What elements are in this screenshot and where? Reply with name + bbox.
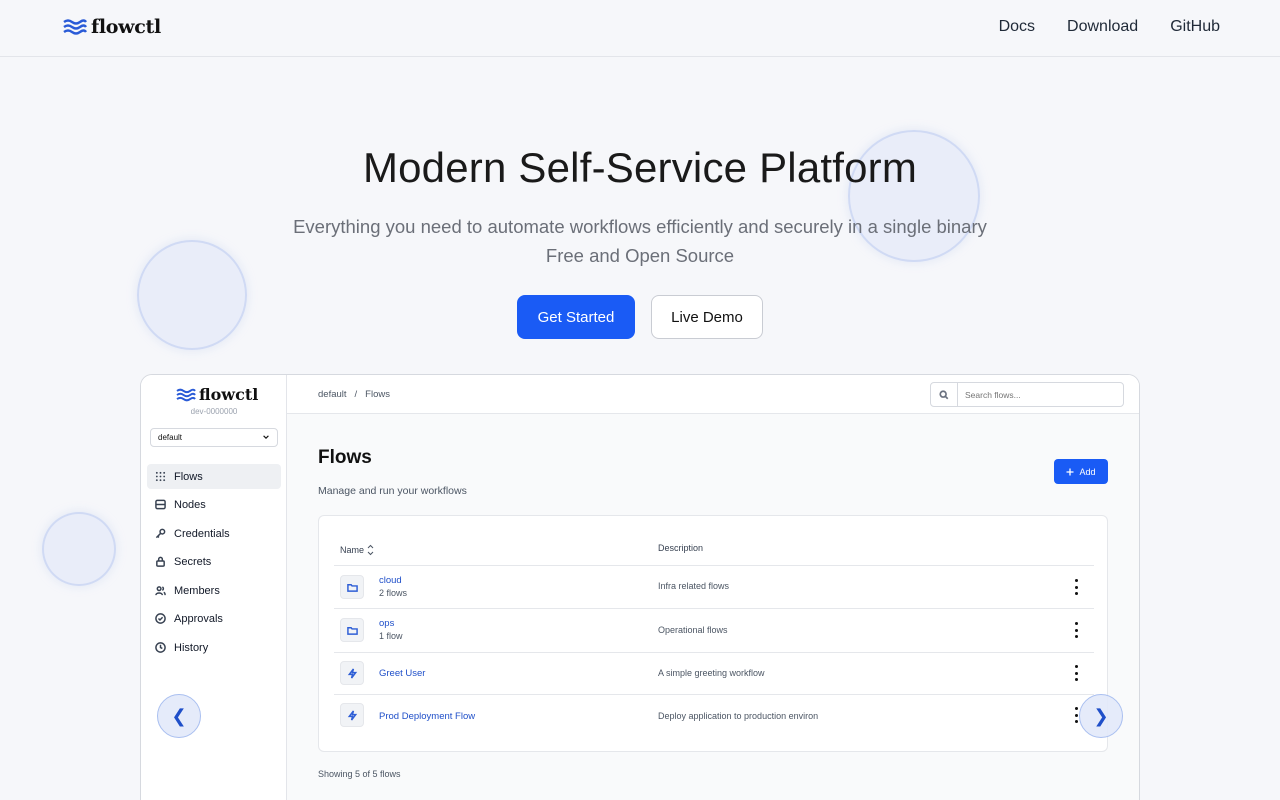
more-options-icon[interactable] [1075, 665, 1079, 681]
add-button[interactable]: Add [1054, 459, 1108, 484]
sort-icon [367, 544, 374, 556]
carousel-next-button[interactable]: ❯ [1079, 694, 1123, 738]
app-main: default / Flows Flows Manage and run you… [287, 375, 1139, 800]
column-header-name[interactable]: Name [340, 543, 374, 557]
app-preview-window: flowctl dev-0000000 default Flows Nodes … [140, 374, 1140, 800]
sidebar-item-nodes[interactable]: Nodes [147, 492, 281, 517]
more-options-icon[interactable] [1075, 579, 1079, 595]
sidebar-item-label: History [174, 641, 209, 654]
hero-subtitle-secondary: Free and Open Source [545, 245, 735, 266]
waves-icon [63, 19, 87, 35]
site-brand-name: flowctl [91, 16, 161, 38]
lightning-icon [340, 703, 364, 727]
chevron-down-icon [263, 435, 269, 439]
row-description: Infra related flows [658, 581, 730, 591]
sidebar-item-secrets[interactable]: Secrets [147, 549, 281, 574]
app-logo[interactable]: flowctl [176, 385, 258, 404]
plus-icon [1066, 468, 1074, 475]
page-title: Flows [318, 447, 372, 468]
folder-icon [340, 575, 364, 599]
check-circle-icon [155, 613, 166, 624]
key-icon [155, 528, 166, 539]
site-nav: Docs Download GitHub [999, 18, 1220, 36]
decorative-circle [42, 512, 116, 586]
app-header: default / Flows [287, 375, 1139, 414]
row-description: A simple greeting workflow [658, 668, 765, 678]
breadcrumb-current: Flows [365, 389, 390, 400]
lightning-icon [340, 661, 364, 685]
breadcrumb-namespace[interactable]: default [318, 389, 347, 400]
nav-link-github[interactable]: GitHub [1170, 18, 1220, 36]
search-icon[interactable] [931, 383, 958, 406]
clock-icon [155, 642, 166, 653]
lock-icon [156, 556, 165, 567]
sidebar-item-label: Nodes [174, 498, 206, 511]
app-brand-name: flowctl [199, 385, 259, 404]
carousel-prev-button[interactable]: ❮ [157, 694, 201, 738]
row-name-link[interactable]: ops [379, 618, 394, 629]
row-count: 1 flow [379, 631, 403, 641]
table-row[interactable]: Greet User A simple greeting workflow [334, 652, 1094, 695]
namespace-select[interactable]: default [150, 428, 278, 447]
table-row[interactable]: ops 1 flow Operational flows [334, 609, 1094, 652]
flows-table: Name Description cloud 2 flows Infra rel… [318, 515, 1108, 752]
more-options-icon[interactable] [1075, 622, 1079, 638]
hero-subtitle: Everything you need to automate workflow… [293, 216, 987, 237]
sidebar-item-label: Members [174, 584, 220, 597]
live-demo-button[interactable]: Live Demo [651, 295, 763, 339]
top-nav: flowctl Docs Download GitHub [0, 0, 1280, 57]
environment-label: dev-0000000 [190, 407, 238, 416]
sidebar-item-history[interactable]: History [147, 635, 281, 660]
users-icon [155, 586, 166, 596]
app-sidebar: flowctl dev-0000000 default Flows Nodes … [141, 375, 287, 800]
site-logo[interactable]: flowctl [63, 16, 161, 38]
column-header-label: Name [340, 545, 365, 555]
row-name-link[interactable]: Greet User [379, 668, 425, 679]
sidebar-item-label: Approvals [174, 612, 223, 625]
page-description: Manage and run your workflows [318, 485, 467, 497]
breadcrumb-separator: / [354, 389, 358, 400]
breadcrumb: default / Flows [318, 389, 390, 400]
server-icon [155, 499, 166, 510]
column-header-description: Description [658, 543, 704, 553]
sidebar-item-label: Credentials [174, 527, 230, 540]
namespace-value: default [158, 433, 183, 442]
sidebar-item-members[interactable]: Members [147, 578, 281, 603]
row-name-link[interactable]: Prod Deployment Flow [379, 711, 475, 722]
add-button-label: Add [1079, 466, 1096, 477]
table-row[interactable]: Prod Deployment Flow Deploy application … [334, 694, 1094, 737]
nav-link-docs[interactable]: Docs [999, 18, 1035, 36]
sidebar-item-credentials[interactable]: Credentials [147, 521, 281, 546]
hero-title: Modern Self-Service Platform [362, 144, 918, 191]
row-count: 2 flows [379, 588, 408, 598]
search-input[interactable] [958, 383, 1118, 406]
pagination-summary: Showing 5 of 5 flows [318, 769, 401, 779]
waves-icon [176, 388, 196, 401]
table-row[interactable]: cloud 2 flows Infra related flows [334, 566, 1094, 609]
sidebar-item-label: Secrets [174, 555, 212, 568]
search-box [930, 382, 1124, 407]
sidebar-item-flows[interactable]: Flows [147, 464, 281, 489]
row-description: Deploy application to production environ [658, 711, 819, 721]
grid-icon [155, 471, 166, 482]
folder-icon [340, 618, 364, 642]
row-description: Operational flows [658, 625, 728, 635]
row-name-link[interactable]: cloud [379, 575, 402, 586]
sidebar-item-approvals[interactable]: Approvals [147, 606, 281, 631]
nav-link-download[interactable]: Download [1067, 18, 1138, 36]
sidebar-item-label: Flows [174, 470, 203, 483]
get-started-button[interactable]: Get Started [517, 295, 635, 339]
